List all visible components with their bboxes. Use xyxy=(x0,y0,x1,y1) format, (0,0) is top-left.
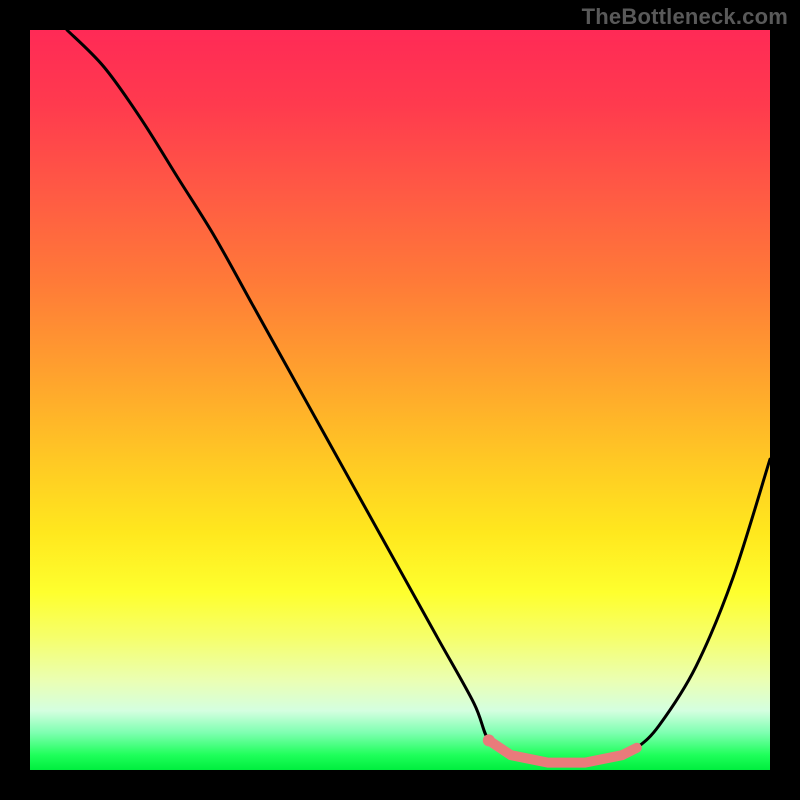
recommended-range-highlight xyxy=(489,740,637,762)
recommended-range-start-dot xyxy=(483,734,495,746)
chart-container: TheBottleneck.com xyxy=(0,0,800,800)
bottleneck-curve xyxy=(67,30,770,764)
plot-area xyxy=(30,30,770,770)
watermark-label: TheBottleneck.com xyxy=(582,4,788,30)
plot-svg xyxy=(30,30,770,770)
